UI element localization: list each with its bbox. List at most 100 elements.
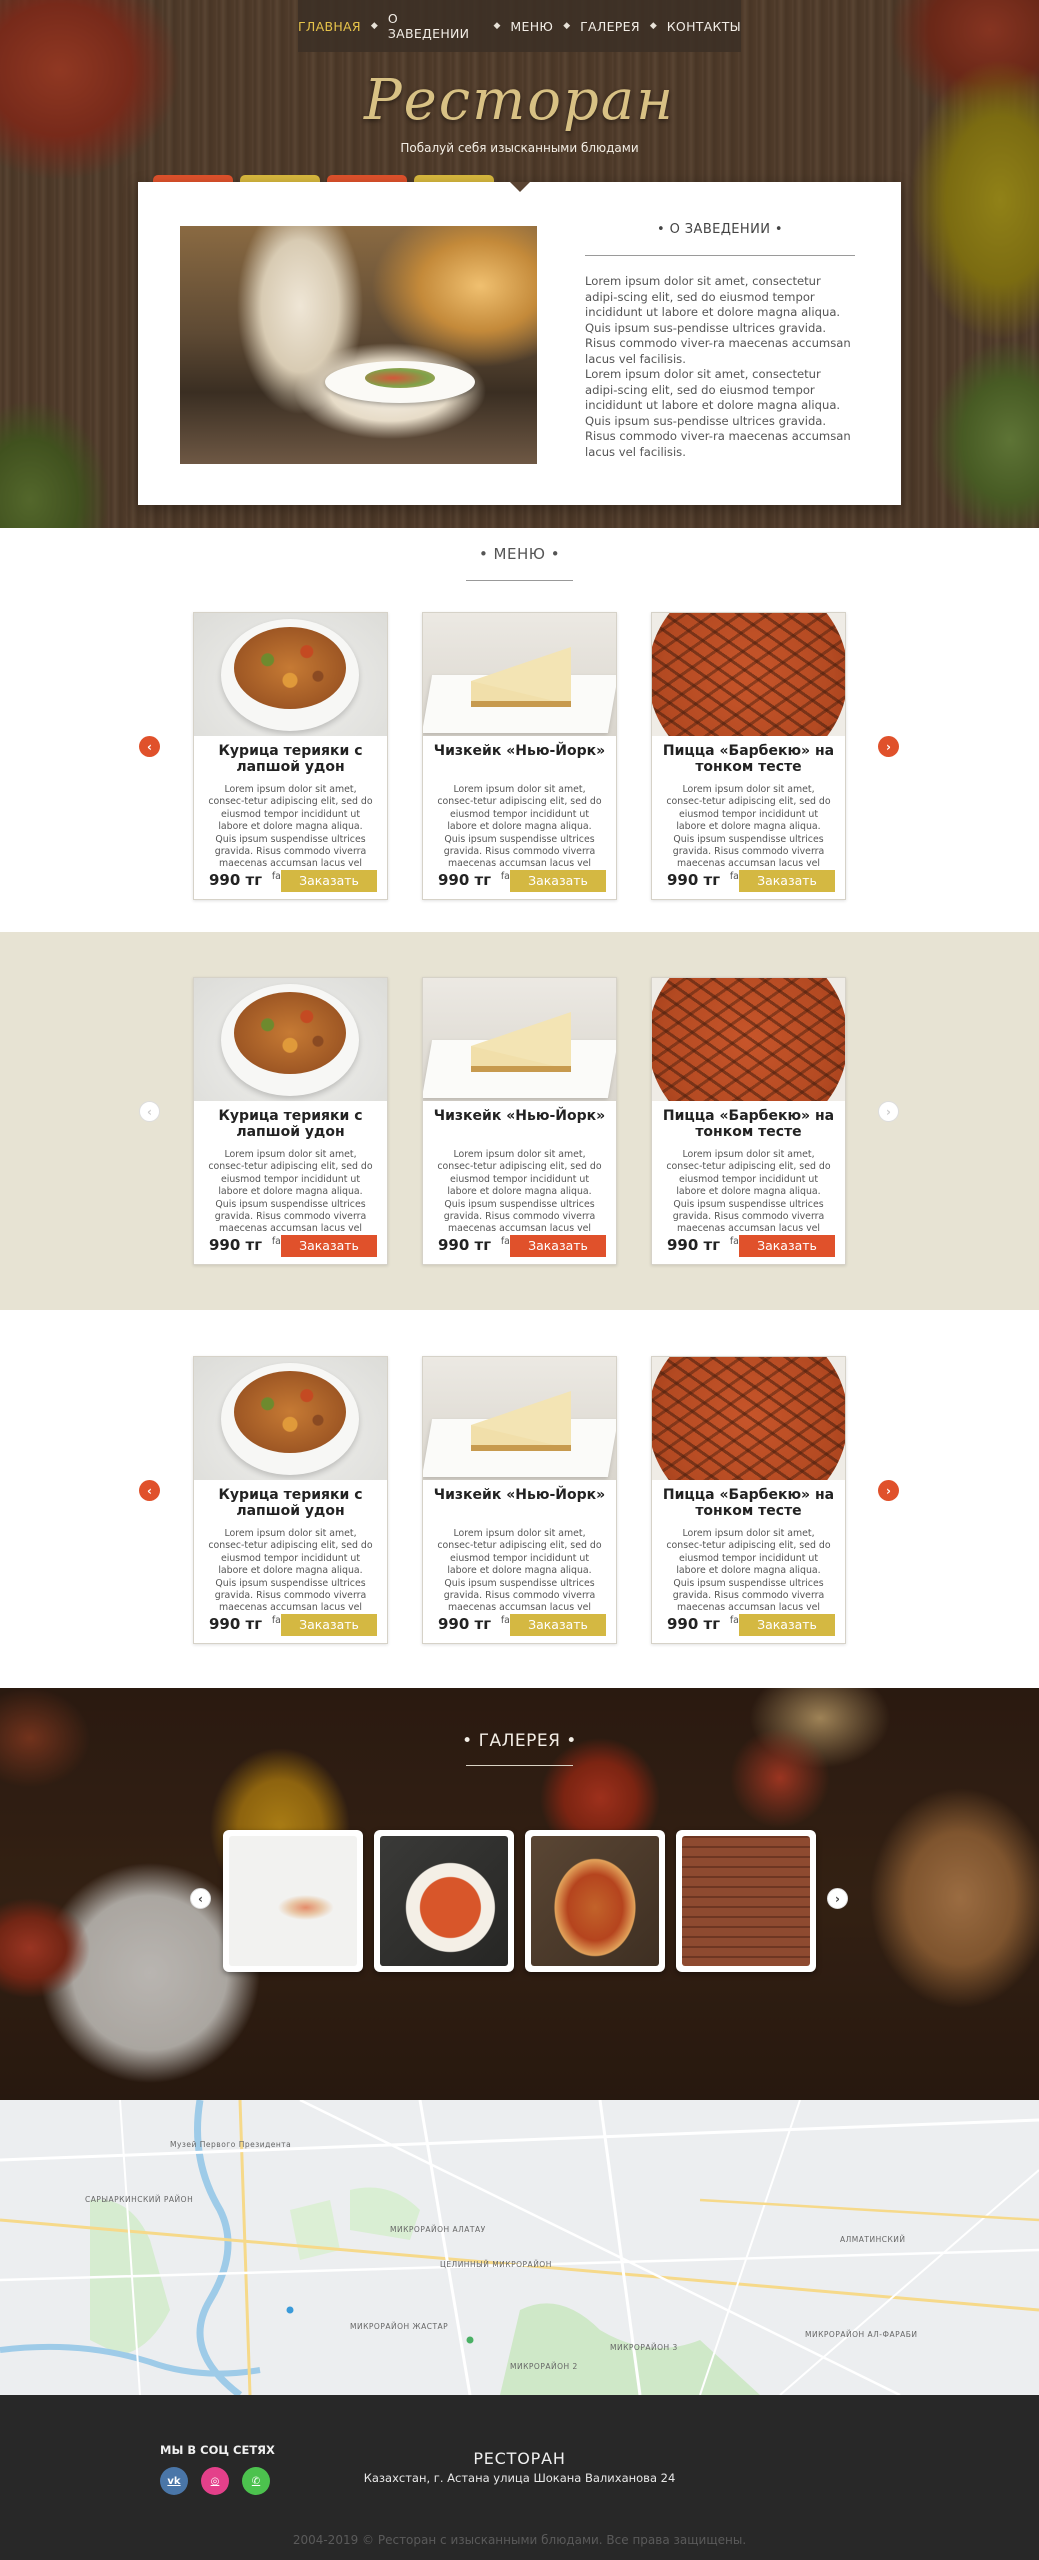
dish-price: 990 тг [667, 871, 721, 889]
order-button[interactable]: Заказать [281, 1235, 377, 1257]
dish-name: Чизкейк «Нью-Йорк» [433, 743, 606, 759]
about-title: • О ЗАВЕДЕНИИ • [657, 222, 783, 237]
menu-card[interactable]: Пицца «Барбекю» на тонком тесте Lorem ips… [651, 612, 846, 900]
dish-price: 990 тг [209, 1236, 263, 1254]
main-nav: ГЛАВНАЯ ◆ О ЗАВЕДЕНИИ ◆ МЕНЮ ◆ ГАЛЕРЕЯ ◆… [298, 0, 741, 52]
map-label: МИКРОРАЙОН 3 [610, 2343, 678, 2352]
map-label: МИКРОРАЙОН АЛ-ФАРАБИ [805, 2330, 918, 2339]
pizza-photo [652, 613, 845, 736]
nav-item-contacts[interactable]: КОНТАКТЫ [667, 19, 741, 34]
map-label: Музей Первого Президента [170, 2140, 292, 2149]
dish-price: 990 тг [667, 1236, 721, 1254]
nav-separator: ◆ [370, 21, 378, 31]
site-logo-title: Ресторан [363, 68, 676, 133]
gallery-next-arrow[interactable]: › [827, 1888, 848, 1909]
cake-photo [423, 1357, 616, 1480]
menu-card[interactable]: Чизкейк «Нью-Йорк» Lorem ipsum dolor sit … [422, 612, 617, 900]
nav-separator: ◆ [563, 21, 571, 31]
dish-description: Lorem ipsum dolor sit amet, consec-tetur… [666, 1528, 831, 1626]
menu-card[interactable]: Курица терияки с лапшой удон Lorem ipsum … [193, 977, 388, 1265]
footer-address: Казахстан, г. Астана улица Шокана Валиха… [363, 2471, 676, 2485]
map-canvas [0, 2100, 1039, 2395]
order-button[interactable]: Заказать [739, 870, 835, 892]
dish-price: 990 тг [438, 1615, 492, 1633]
dish-description: Lorem ipsum dolor sit amet, consec-tetur… [208, 784, 373, 882]
cake-photo [423, 613, 616, 736]
menu-next-arrow[interactable]: › [878, 1480, 899, 1501]
noodle-photo [194, 978, 387, 1101]
menu-card[interactable]: Чизкейк «Нью-Йорк» Lorem ipsum dolor sit … [422, 1356, 617, 1644]
location-map[interactable]: Музей Первого Президента САРЫАРКИНСКИЙ Р… [0, 2100, 1039, 2395]
order-button[interactable]: Заказать [510, 870, 606, 892]
about-paragraph: Lorem ipsum dolor sit amet, consectetur … [585, 367, 851, 459]
dish-price: 990 тг [438, 871, 492, 889]
menu-prev-arrow[interactable]: ‹ [139, 1101, 160, 1122]
nav-separator: ◆ [493, 21, 501, 31]
dish-name: Чизкейк «Нью-Йорк» [433, 1487, 606, 1503]
footer: МЫ В СОЦ СЕТЯХ vk ◎ ✆ РЕСТОРАН Казахстан… [0, 2395, 1039, 2560]
order-button[interactable]: Заказать [739, 1235, 835, 1257]
map-label: АЛМАТИНСКИЙ [840, 2235, 906, 2244]
order-button[interactable]: Заказать [510, 1614, 606, 1636]
dish-price: 990 тг [209, 1615, 263, 1633]
map-label: МИКРОРАЙОН АЛАТАУ [390, 2225, 486, 2234]
menu-next-arrow[interactable]: › [878, 1101, 899, 1122]
nav-item-menu[interactable]: МЕНЮ [510, 19, 553, 34]
brick-interior-photo [682, 1836, 810, 1966]
cake-photo [423, 978, 616, 1101]
nav-item-home[interactable]: ГЛАВНАЯ [298, 19, 361, 34]
dish-name: Чизкейк «Нью-Йорк» [433, 1108, 606, 1124]
nav-item-gallery[interactable]: ГАЛЕРЕЯ [580, 19, 640, 34]
menu-next-arrow[interactable]: › [878, 736, 899, 757]
nav-separator: ◆ [649, 21, 657, 31]
hero-section: ГЛАВНАЯ ◆ О ЗАВЕДЕНИИ ◆ МЕНЮ ◆ ГАЛЕРЕЯ ◆… [0, 0, 1039, 528]
menu-card[interactable]: Пицца «Барбекю» на тонком тесте Lorem ips… [651, 977, 846, 1265]
menu-prev-arrow[interactable]: ‹ [139, 736, 160, 757]
menu-card[interactable]: Пицца «Барбекю» на тонком тесте Lorem ips… [651, 1356, 846, 1644]
divider [466, 1765, 573, 1766]
map-label: ЦЕЛИННЫЙ МИКРОРАЙОН [440, 2260, 552, 2269]
dish-price: 990 тг [209, 871, 263, 889]
pizza-photo [531, 1836, 659, 1966]
pizza-photo [652, 1357, 845, 1480]
gallery-prev-arrow[interactable]: ‹ [190, 1888, 211, 1909]
menu-prev-arrow[interactable]: ‹ [139, 1480, 160, 1501]
pizza-photo [652, 978, 845, 1101]
map-label: САРЫАРКИНСКИЙ РАЙОН [85, 2195, 194, 2204]
footer-title: РЕСТОРАН [473, 2449, 566, 2468]
dish-name: Пицца «Барбекю» на тонком тесте [662, 1487, 835, 1519]
dish-name: Курица терияки с лапшой удон [218, 1108, 363, 1140]
gallery-section: • ГАЛЕРЕЯ • ‹ › [0, 1688, 1039, 2100]
divider [585, 255, 855, 256]
order-button[interactable]: Заказать [510, 1235, 606, 1257]
about-card: • О ЗАВЕДЕНИИ • Lorem ipsum dolor sit am… [138, 182, 901, 505]
order-button[interactable]: Заказать [739, 1614, 835, 1636]
card-notch [510, 182, 530, 192]
gallery-thumb[interactable] [676, 1830, 816, 1972]
chef-photo [180, 226, 537, 464]
menu-card[interactable]: Курица терияки с лапшой удон Lorem ipsum … [193, 1356, 388, 1644]
dish-name: Пицца «Барбекю» на тонком тесте [662, 1108, 835, 1140]
about-paragraph: Lorem ipsum dolor sit amet, consectetur … [585, 274, 851, 366]
nav-item-about[interactable]: О ЗАВЕДЕНИИ [388, 11, 484, 41]
site-tagline: Побалуй себя изысканными блюдами [400, 141, 639, 155]
dish-price: 990 тг [438, 1236, 492, 1254]
order-button[interactable]: Заказать [281, 1614, 377, 1636]
gallery-thumb[interactable] [223, 1830, 363, 1972]
gallery-title: • ГАЛЕРЕЯ • [462, 1731, 577, 1751]
menu-title: • МЕНЮ • [478, 545, 561, 563]
salmon-dish-photo [229, 1836, 357, 1966]
gallery-thumb[interactable] [374, 1830, 514, 1972]
map-label: МИКРОРАЙОН 2 [510, 2362, 578, 2371]
map-label: МИКРОРАЙОН ЖАСТАР [350, 2322, 449, 2331]
dish-description: Lorem ipsum dolor sit amet, consec-tetur… [208, 1149, 373, 1247]
dish-description: Lorem ipsum dolor sit amet, consec-tetur… [437, 1528, 602, 1626]
dish-price: 990 тг [667, 1615, 721, 1633]
menu-card[interactable]: Курица терияки с лапшой удон Lorem ipsum … [193, 612, 388, 900]
order-button[interactable]: Заказать [281, 870, 377, 892]
dish-name: Пицца «Барбекю» на тонком тесте [662, 743, 835, 775]
gallery-thumb[interactable] [525, 1830, 665, 1972]
menu-card[interactable]: Чизкейк «Нью-Йорк» Lorem ipsum dolor sit … [422, 977, 617, 1265]
dish-description: Lorem ipsum dolor sit amet, consec-tetur… [208, 1528, 373, 1626]
tomato-soup-photo [380, 1836, 508, 1966]
